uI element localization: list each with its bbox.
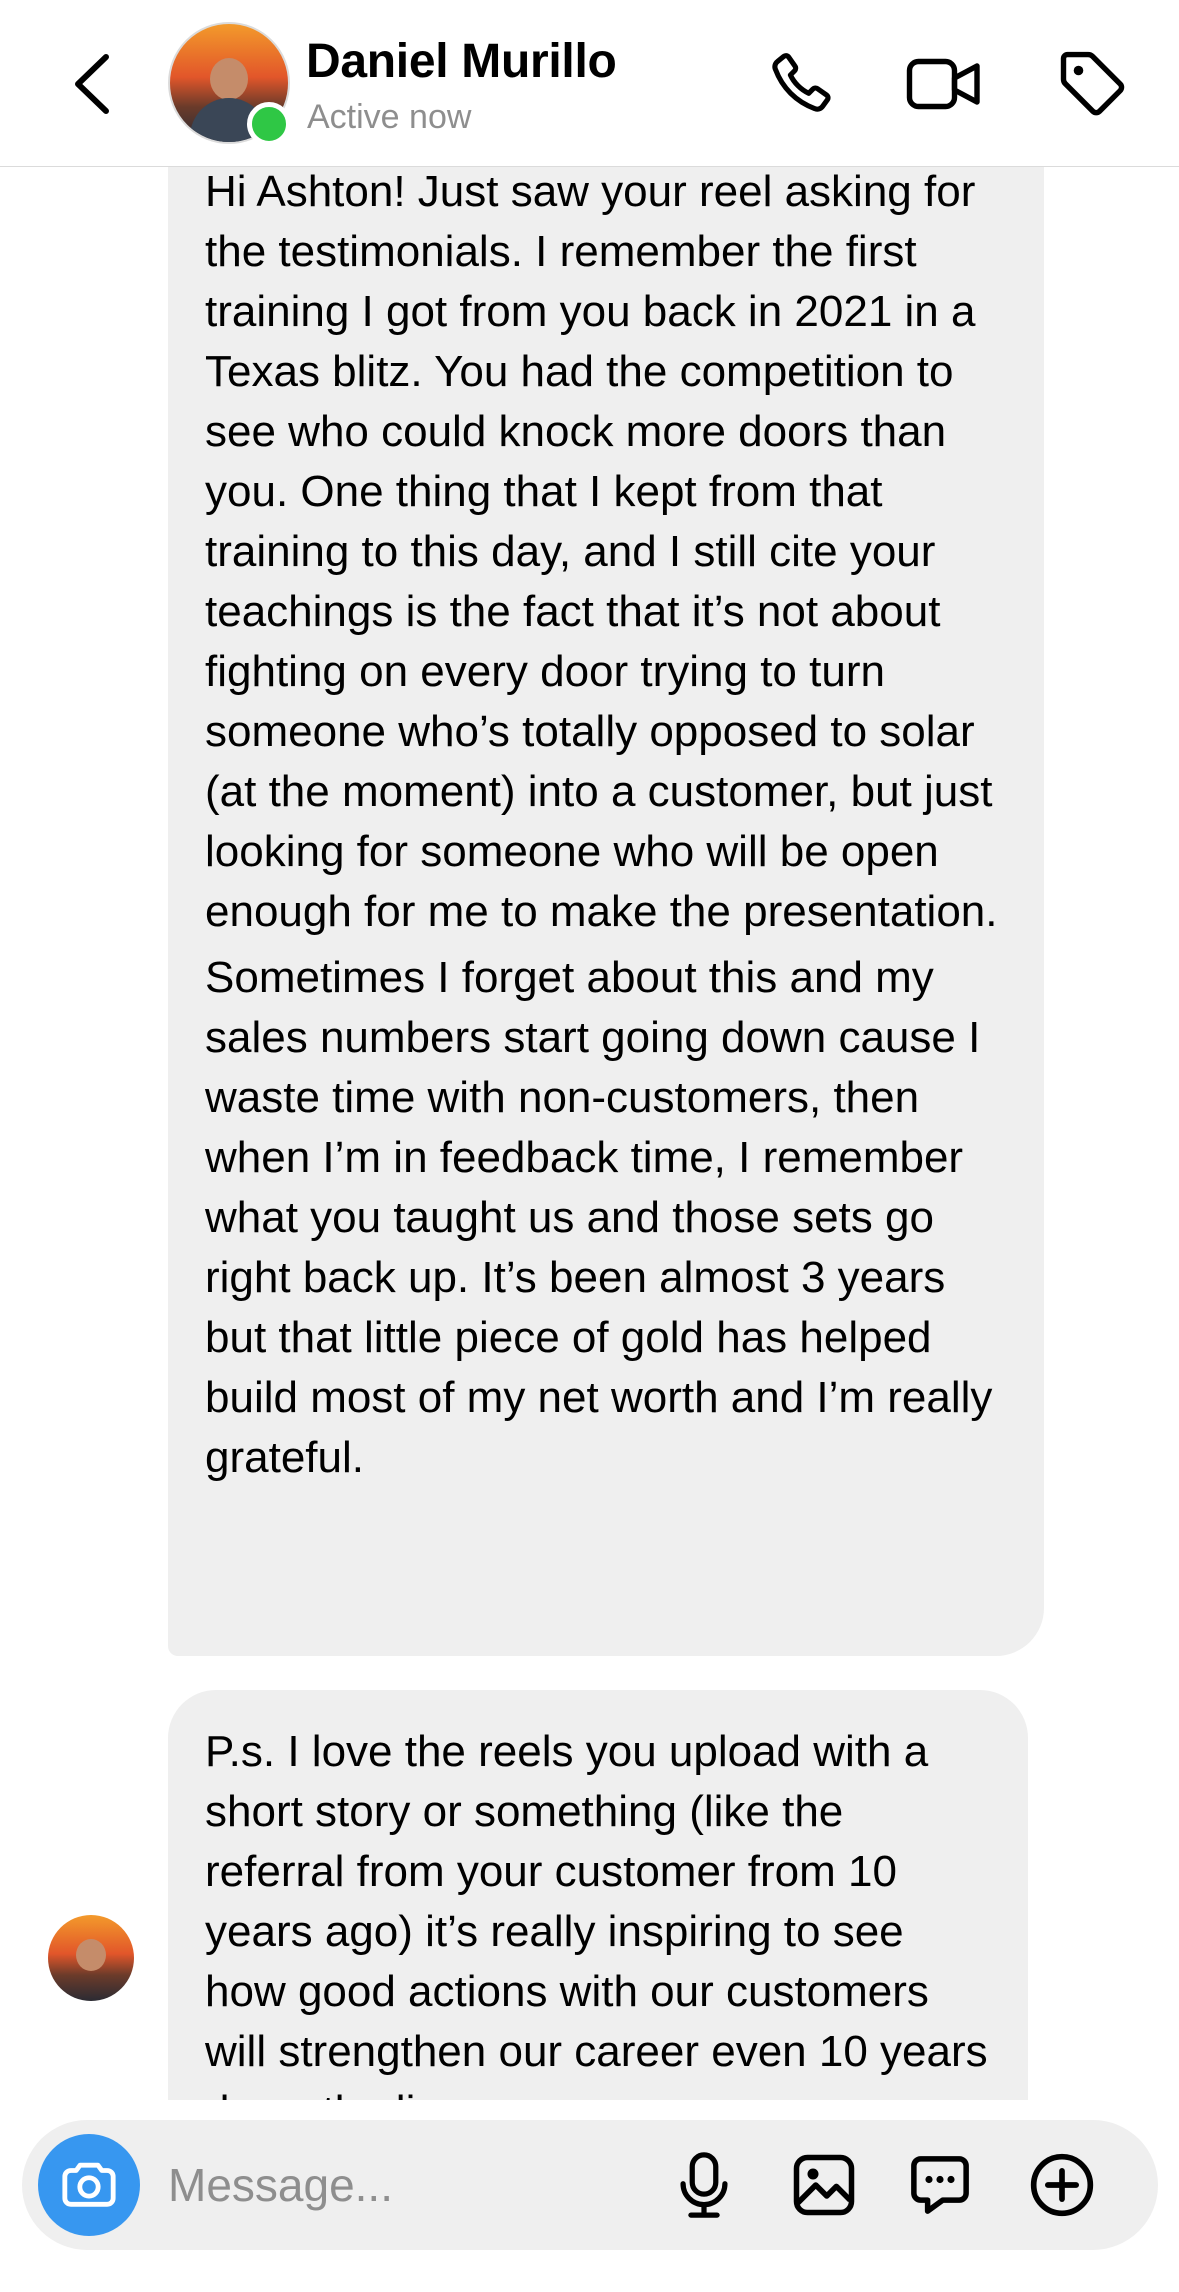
message-paragraph: P.s. I love the reels you upload with a … <box>205 1727 988 2120</box>
phone-icon <box>772 53 831 112</box>
message-input[interactable] <box>168 2150 668 2220</box>
message-composer <box>22 2120 1158 2250</box>
active-status: Active now <box>307 98 472 136</box>
camera-button[interactable] <box>38 2134 140 2236</box>
back-button[interactable] <box>62 48 122 120</box>
image-icon <box>793 2154 855 2216</box>
contact-name[interactable]: Daniel Murillo <box>306 34 617 89</box>
tag-button[interactable] <box>1052 44 1132 124</box>
gallery-button[interactable] <box>786 2147 862 2223</box>
audio-call-button[interactable] <box>760 44 840 124</box>
tag-icon <box>1060 51 1125 116</box>
message-paragraph: Sometimes I forget about this and my sal… <box>205 953 993 1482</box>
camera-icon <box>62 2162 116 2207</box>
message-thread[interactable]: Hi Ashton! Just saw your reel asking for… <box>0 166 1179 2120</box>
plus-circle-icon <box>1030 2153 1094 2217</box>
voice-message-button[interactable] <box>666 2147 742 2223</box>
sticker-button[interactable] <box>902 2147 978 2223</box>
microphone-icon <box>680 2152 728 2218</box>
message-bubble[interactable]: P.s. I love the reels you upload with a … <box>168 1690 1028 2120</box>
more-options-button[interactable] <box>1024 2147 1100 2223</box>
online-status-dot <box>247 102 291 146</box>
video-camera-icon <box>906 58 980 110</box>
message-paragraph: Hi Ashton! Just saw your reel asking for… <box>205 167 998 936</box>
message-bubble[interactable]: Hi Ashton! Just saw your reel asking for… <box>168 166 1044 1656</box>
chat-sticker-icon <box>911 2156 969 2214</box>
contact-avatar[interactable] <box>168 22 291 146</box>
chat-header: Daniel Murillo Active now <box>0 0 1179 167</box>
video-call-button[interactable] <box>904 44 984 124</box>
chevron-left-icon <box>75 54 109 114</box>
sender-avatar[interactable] <box>48 1915 134 2001</box>
